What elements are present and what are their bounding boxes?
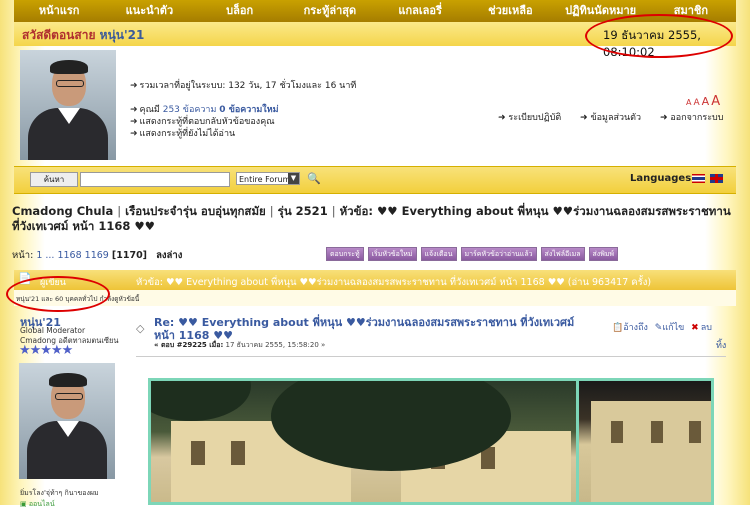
nav-introduce[interactable]: แนะนำตัว bbox=[104, 0, 194, 22]
font-size-switcher: AAAA bbox=[684, 94, 720, 109]
topic-title: หัวข้อ: ♥♥ Everything about พี่หนุน ♥♥ร่… bbox=[136, 277, 652, 288]
font-size-l[interactable]: A bbox=[711, 94, 720, 109]
nav-blog[interactable]: บล็อก bbox=[195, 0, 285, 22]
breadcrumb-board[interactable]: เรือนประจำรุ่น อบอุ่นทุกสมัย bbox=[125, 204, 266, 218]
post-actions: 📋อ้างถึง ✎แก้ไข ✖ ลบ bbox=[612, 320, 716, 334]
delete-button-line2[interactable]: ทิ้ง bbox=[716, 338, 726, 352]
breadcrumb-class[interactable]: รุ่น 2521 bbox=[278, 204, 328, 218]
notify-button[interactable]: แจ้งเตือน bbox=[420, 247, 457, 261]
nav-home[interactable]: หน้าแรก bbox=[14, 0, 104, 22]
annotation-ring-clock bbox=[585, 14, 733, 58]
uk-flag-icon[interactable] bbox=[710, 174, 723, 183]
chevron-down-icon: ▼ bbox=[288, 173, 299, 184]
nav-help[interactable]: ช่วยเหลือ bbox=[465, 0, 555, 22]
avatar bbox=[20, 50, 116, 160]
print-button[interactable]: ส่งพิมพ์ bbox=[588, 247, 619, 261]
greeting-prefix: สวัสดีตอนสาย bbox=[22, 28, 96, 42]
thai-flag-icon[interactable] bbox=[692, 174, 705, 183]
post-author-text: ยิ่มรโลง'จุ่ท้าๆ กินาของผม bbox=[20, 489, 99, 497]
unread-link[interactable]: แสดงกระทู้ที่ยังไม่ได้อ่าน bbox=[140, 129, 236, 139]
breadcrumb: Cmadong Chula | เรือนประจำรุ่น อบอุ่นทุกสม… bbox=[12, 204, 731, 233]
post-image bbox=[148, 378, 714, 505]
search-icon[interactable]: 🔍 bbox=[307, 172, 321, 185]
search-scope-select[interactable]: Entire Forum ▼ bbox=[236, 172, 300, 185]
account-links: ➜ ระเบียบปฏิบัติ ➜ ข้อมูลส่วนตัว ➜ ออกจา… bbox=[498, 110, 739, 124]
topic-toolbar: ตอบกระทู้ เริ่มหัวข้อใหม่ แจ้งเตือน มาร์… bbox=[326, 247, 619, 261]
send-email-button[interactable]: ส่งไฟล์อีเมล bbox=[540, 247, 585, 261]
post-title[interactable]: Re: ♥♥ Everything about พี่หนุน ♥♥ร่วมงา… bbox=[154, 316, 594, 342]
logout-link[interactable]: ➜ ออกจากระบบ bbox=[660, 113, 732, 123]
post-icon: ◇ bbox=[136, 322, 145, 335]
go-down-link[interactable]: ลงล่าง bbox=[156, 250, 182, 261]
arrow-icon: ➜ bbox=[130, 81, 138, 91]
greeting-user[interactable]: หนุ่น'21 bbox=[100, 28, 145, 42]
search-button[interactable]: ค้นหา bbox=[30, 172, 78, 187]
profile-link[interactable]: ➜ ข้อมูลส่วนตัว bbox=[580, 113, 649, 123]
current-page: [1170] bbox=[111, 250, 148, 261]
arrow-icon: ➜ bbox=[130, 129, 138, 139]
post-author-avatar bbox=[19, 363, 115, 479]
languages-label: Languages bbox=[630, 173, 692, 184]
nav-gallery[interactable]: แกลเลอรี่ bbox=[375, 0, 465, 22]
online-time: ➜ รวมเวลาที่อยู่ในระบบ: 132 วัน, 17 ชั่วโ… bbox=[130, 81, 357, 91]
mark-read-button[interactable]: มาร์คหัวข้อว่าอ่านแล้ว bbox=[460, 247, 537, 261]
pagination: หน้า: 1 ... 1168 1169 [1170] ลงล่าง bbox=[12, 250, 183, 261]
delete-button[interactable]: ✖ ลบ bbox=[691, 323, 714, 333]
post-meta: « ตอบ #29225 เมื่อ: 17 ธันวาคม 2555, 15:… bbox=[154, 341, 326, 349]
font-size-s[interactable]: A bbox=[693, 98, 699, 108]
page-links[interactable]: 1 ... 1168 1169 bbox=[36, 250, 109, 261]
breadcrumb-forum[interactable]: Cmadong Chula bbox=[12, 204, 113, 218]
search-input[interactable] bbox=[80, 172, 230, 187]
font-size-xs[interactable]: A bbox=[686, 98, 691, 107]
rank-stars: ★★★★★ bbox=[19, 343, 73, 358]
post-author-rank: Global Moderator bbox=[20, 326, 86, 335]
unread-link-row: ➜ แสดงกระทู้ที่ยังไม่ได้อ่าน bbox=[130, 126, 235, 140]
reply-button[interactable]: ตอบกระทู้ bbox=[326, 247, 364, 261]
post-divider bbox=[136, 356, 726, 357]
quote-button[interactable]: 📋อ้างถึง bbox=[612, 323, 650, 333]
rules-link[interactable]: ➜ ระเบียบปฏิบัติ bbox=[498, 113, 569, 123]
font-size-m[interactable]: A bbox=[702, 95, 710, 108]
nav-recent-posts[interactable]: กระทู้ล่าสุด bbox=[285, 0, 375, 22]
new-topic-button[interactable]: เริ่มหัวข้อใหม่ bbox=[367, 247, 417, 261]
delete-icon: ✖ bbox=[691, 323, 699, 333]
annotation-ring-viewers bbox=[6, 276, 110, 312]
edit-button[interactable]: ✎แก้ไข bbox=[655, 323, 686, 333]
greeting: สวัสดีตอนสาย หนุ่น'21 bbox=[22, 26, 144, 45]
